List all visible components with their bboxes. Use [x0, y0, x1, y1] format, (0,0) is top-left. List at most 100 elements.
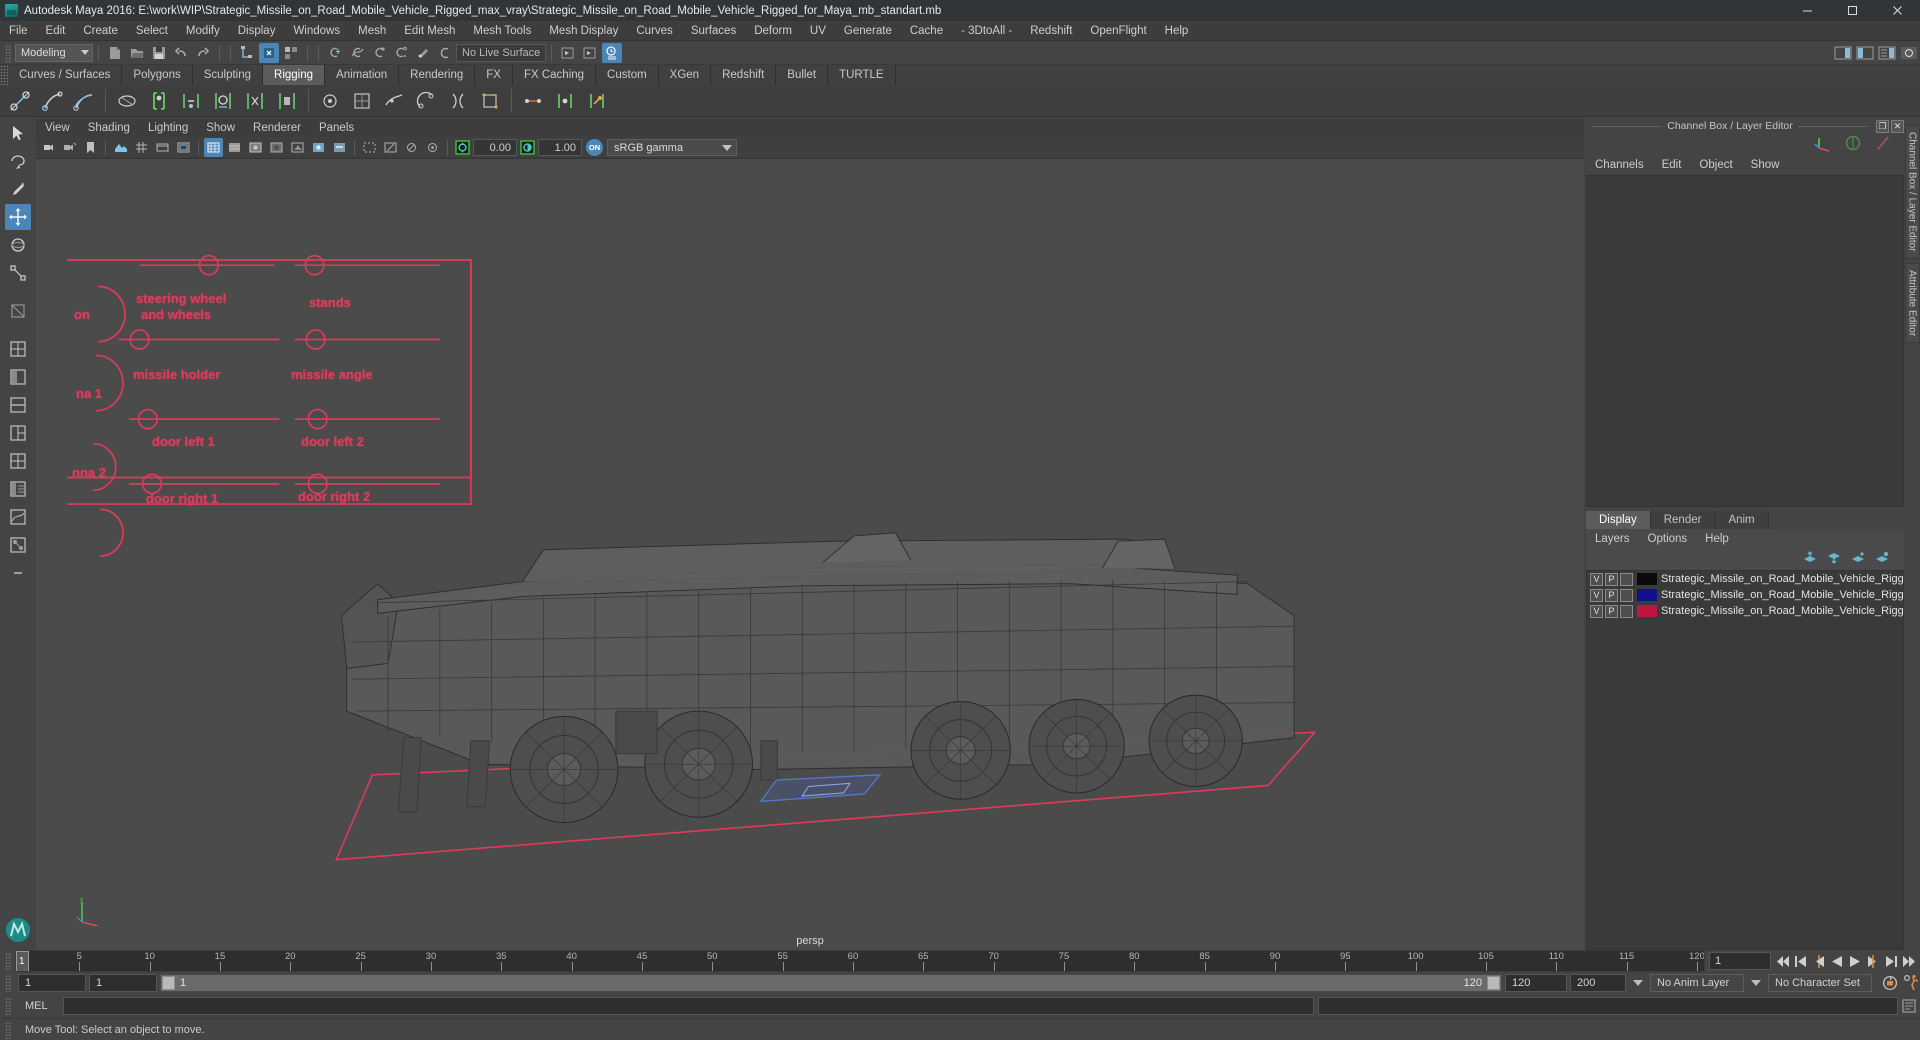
maximize-icon[interactable] — [1830, 0, 1875, 21]
command-line-grip[interactable] — [5, 997, 12, 1015]
panel-menu-show[interactable]: Show — [197, 119, 244, 137]
menu-item-windows[interactable]: Windows — [284, 21, 349, 41]
menu-item-create[interactable]: Create — [74, 21, 127, 41]
layer-playback-toggle[interactable]: P — [1605, 588, 1618, 602]
layout-three-panes[interactable] — [5, 420, 31, 446]
ipr-render-icon[interactable] — [602, 42, 622, 63]
xray-joints-icon[interactable] — [402, 138, 421, 157]
shelf-tab-animation[interactable]: Animation — [325, 65, 400, 85]
shelf-tab-custom[interactable]: Custom — [596, 65, 659, 85]
exposure-field[interactable]: 0.00 — [473, 139, 517, 156]
command-output-field[interactable] — [1318, 997, 1898, 1015]
shelf-tab-polygons[interactable]: Polygons — [122, 65, 193, 85]
channel-menu-show[interactable]: Show — [1742, 159, 1789, 171]
current-frame-field[interactable]: 1 — [1709, 952, 1771, 970]
select-camera-icon[interactable] — [39, 138, 58, 157]
menu-item-select[interactable]: Select — [127, 21, 177, 41]
layer-menu-options[interactable]: Options — [1639, 533, 1697, 545]
layer-visibility-toggle[interactable]: V — [1590, 572, 1603, 586]
create-cluster-icon[interactable] — [316, 87, 344, 115]
menu-item-curves[interactable]: Curves — [627, 21, 681, 41]
channel-box-attribute-area[interactable] — [1586, 175, 1904, 507]
menu-item-help[interactable]: Help — [1156, 21, 1198, 41]
menu-item-surfaces[interactable]: Surfaces — [682, 21, 745, 41]
panel-menu-shading[interactable]: Shading — [79, 119, 139, 137]
go-to-end-icon[interactable] — [1900, 952, 1917, 971]
chevron-down-icon[interactable] — [1751, 980, 1761, 986]
layer-type-toggle[interactable] — [1620, 604, 1633, 618]
layer-menu-layers[interactable]: Layers — [1586, 533, 1639, 545]
move-tool[interactable] — [5, 204, 31, 230]
smooth-bind-skin-icon[interactable] — [113, 87, 141, 115]
snap-to-grid-icon[interactable] — [325, 43, 345, 63]
layer-visibility-toggle[interactable]: V — [1590, 588, 1603, 602]
menu-set-selector[interactable]: Modeling — [15, 43, 93, 62]
new-layer-from-selected-icon[interactable] — [1875, 551, 1890, 567]
layer-color-swatch[interactable] — [1637, 573, 1657, 585]
range-bar-handle-region[interactable]: 1 120 — [161, 975, 1501, 991]
detach-skin-icon[interactable] — [177, 87, 205, 115]
select-by-component-type-icon[interactable] — [281, 43, 301, 63]
go-to-start-icon[interactable] — [1774, 952, 1791, 971]
menu-item-generate[interactable]: Generate — [835, 21, 901, 41]
motion-blur-icon[interactable] — [330, 138, 349, 157]
film-gate-icon[interactable] — [153, 138, 172, 157]
range-slider-grip[interactable] — [5, 974, 12, 992]
custom-manipulator-icon[interactable] — [1874, 134, 1892, 155]
layout-hypershade[interactable] — [5, 532, 31, 558]
use-all-lights-icon[interactable] — [267, 138, 286, 157]
render-current-frame-icon[interactable] — [580, 43, 600, 63]
create-blend-shape-icon[interactable] — [412, 87, 440, 115]
layout-four-panes[interactable] — [5, 448, 31, 474]
layout-single-pane[interactable] — [5, 336, 31, 362]
edit-membership-tool-icon[interactable] — [476, 87, 504, 115]
layer-playback-toggle[interactable]: P — [1605, 572, 1618, 586]
constraint-orient-icon[interactable] — [583, 87, 611, 115]
close-icon[interactable] — [1875, 0, 1920, 21]
menu-item-cache[interactable]: Cache — [901, 21, 952, 41]
gamma-reset-icon[interactable] — [518, 138, 537, 157]
scale-tool[interactable] — [5, 260, 31, 286]
gamma-field[interactable]: 1.00 — [538, 139, 582, 156]
show-hide-tool-settings-icon[interactable] — [1855, 43, 1875, 63]
shelf-tab-redshift[interactable]: Redshift — [711, 65, 777, 85]
shelf-tab-fx[interactable]: FX — [475, 65, 513, 85]
create-ik-spline-handle-icon[interactable] — [70, 87, 98, 115]
tab-anim[interactable]: Anim — [1715, 511, 1769, 529]
step-forward-frame-icon[interactable] — [1864, 952, 1881, 971]
animation-end-time-field[interactable]: 200 — [1570, 974, 1626, 992]
new-scene-icon[interactable] — [105, 43, 125, 63]
make-live-icon[interactable] — [435, 43, 455, 63]
channel-menu-channels[interactable]: Channels — [1586, 159, 1653, 171]
undock-icon[interactable]: ❐ — [1876, 119, 1889, 133]
no-manipulator-icon[interactable] — [1844, 134, 1862, 155]
create-wire-deformer-icon[interactable] — [380, 87, 408, 115]
bind-skin-options-icon[interactable] — [145, 87, 173, 115]
close-icon[interactable]: ✕ — [1891, 119, 1904, 133]
layer-name[interactable]: Strategic_Missile_on_Road_Mobile_Vehicle… — [1661, 589, 1903, 601]
color-management-toggle[interactable]: ON — [586, 139, 603, 156]
new-layer-icon[interactable] — [1851, 551, 1866, 567]
rotate-tool[interactable] — [5, 232, 31, 258]
xray-icon[interactable] — [381, 138, 400, 157]
range-end-field[interactable]: 120 — [1505, 974, 1567, 992]
copy-skin-weights-icon[interactable] — [273, 87, 301, 115]
paint-skin-weights-icon[interactable] — [209, 87, 237, 115]
constraint-point-icon[interactable] — [551, 87, 579, 115]
play-forwards-icon[interactable] — [1846, 952, 1863, 971]
lasso-select-tool[interactable] — [5, 148, 31, 174]
shelf-grip[interactable] — [0, 65, 8, 85]
current-time-indicator[interactable]: 1 — [16, 951, 29, 971]
wireframe-shading-icon[interactable] — [204, 138, 223, 157]
create-lattice-icon[interactable] — [348, 87, 376, 115]
vtab-channel-box-layer-editor[interactable]: Channel Box / Layer Editor — [1904, 125, 1920, 259]
menu-item-mesh-tools[interactable]: Mesh Tools — [464, 21, 540, 41]
mirror-skin-weights-icon[interactable] — [241, 87, 269, 115]
tab-render[interactable]: Render — [1650, 511, 1716, 529]
show-hide-attribute-editor-icon[interactable] — [1833, 43, 1853, 63]
layer-visibility-toggle[interactable]: V — [1590, 604, 1603, 618]
menu-item-file[interactable]: File — [0, 21, 37, 41]
menu-item-deform[interactable]: Deform — [745, 21, 801, 41]
select-tool[interactable] — [5, 120, 31, 146]
auto-keyframe-icon[interactable] — [1881, 974, 1899, 993]
